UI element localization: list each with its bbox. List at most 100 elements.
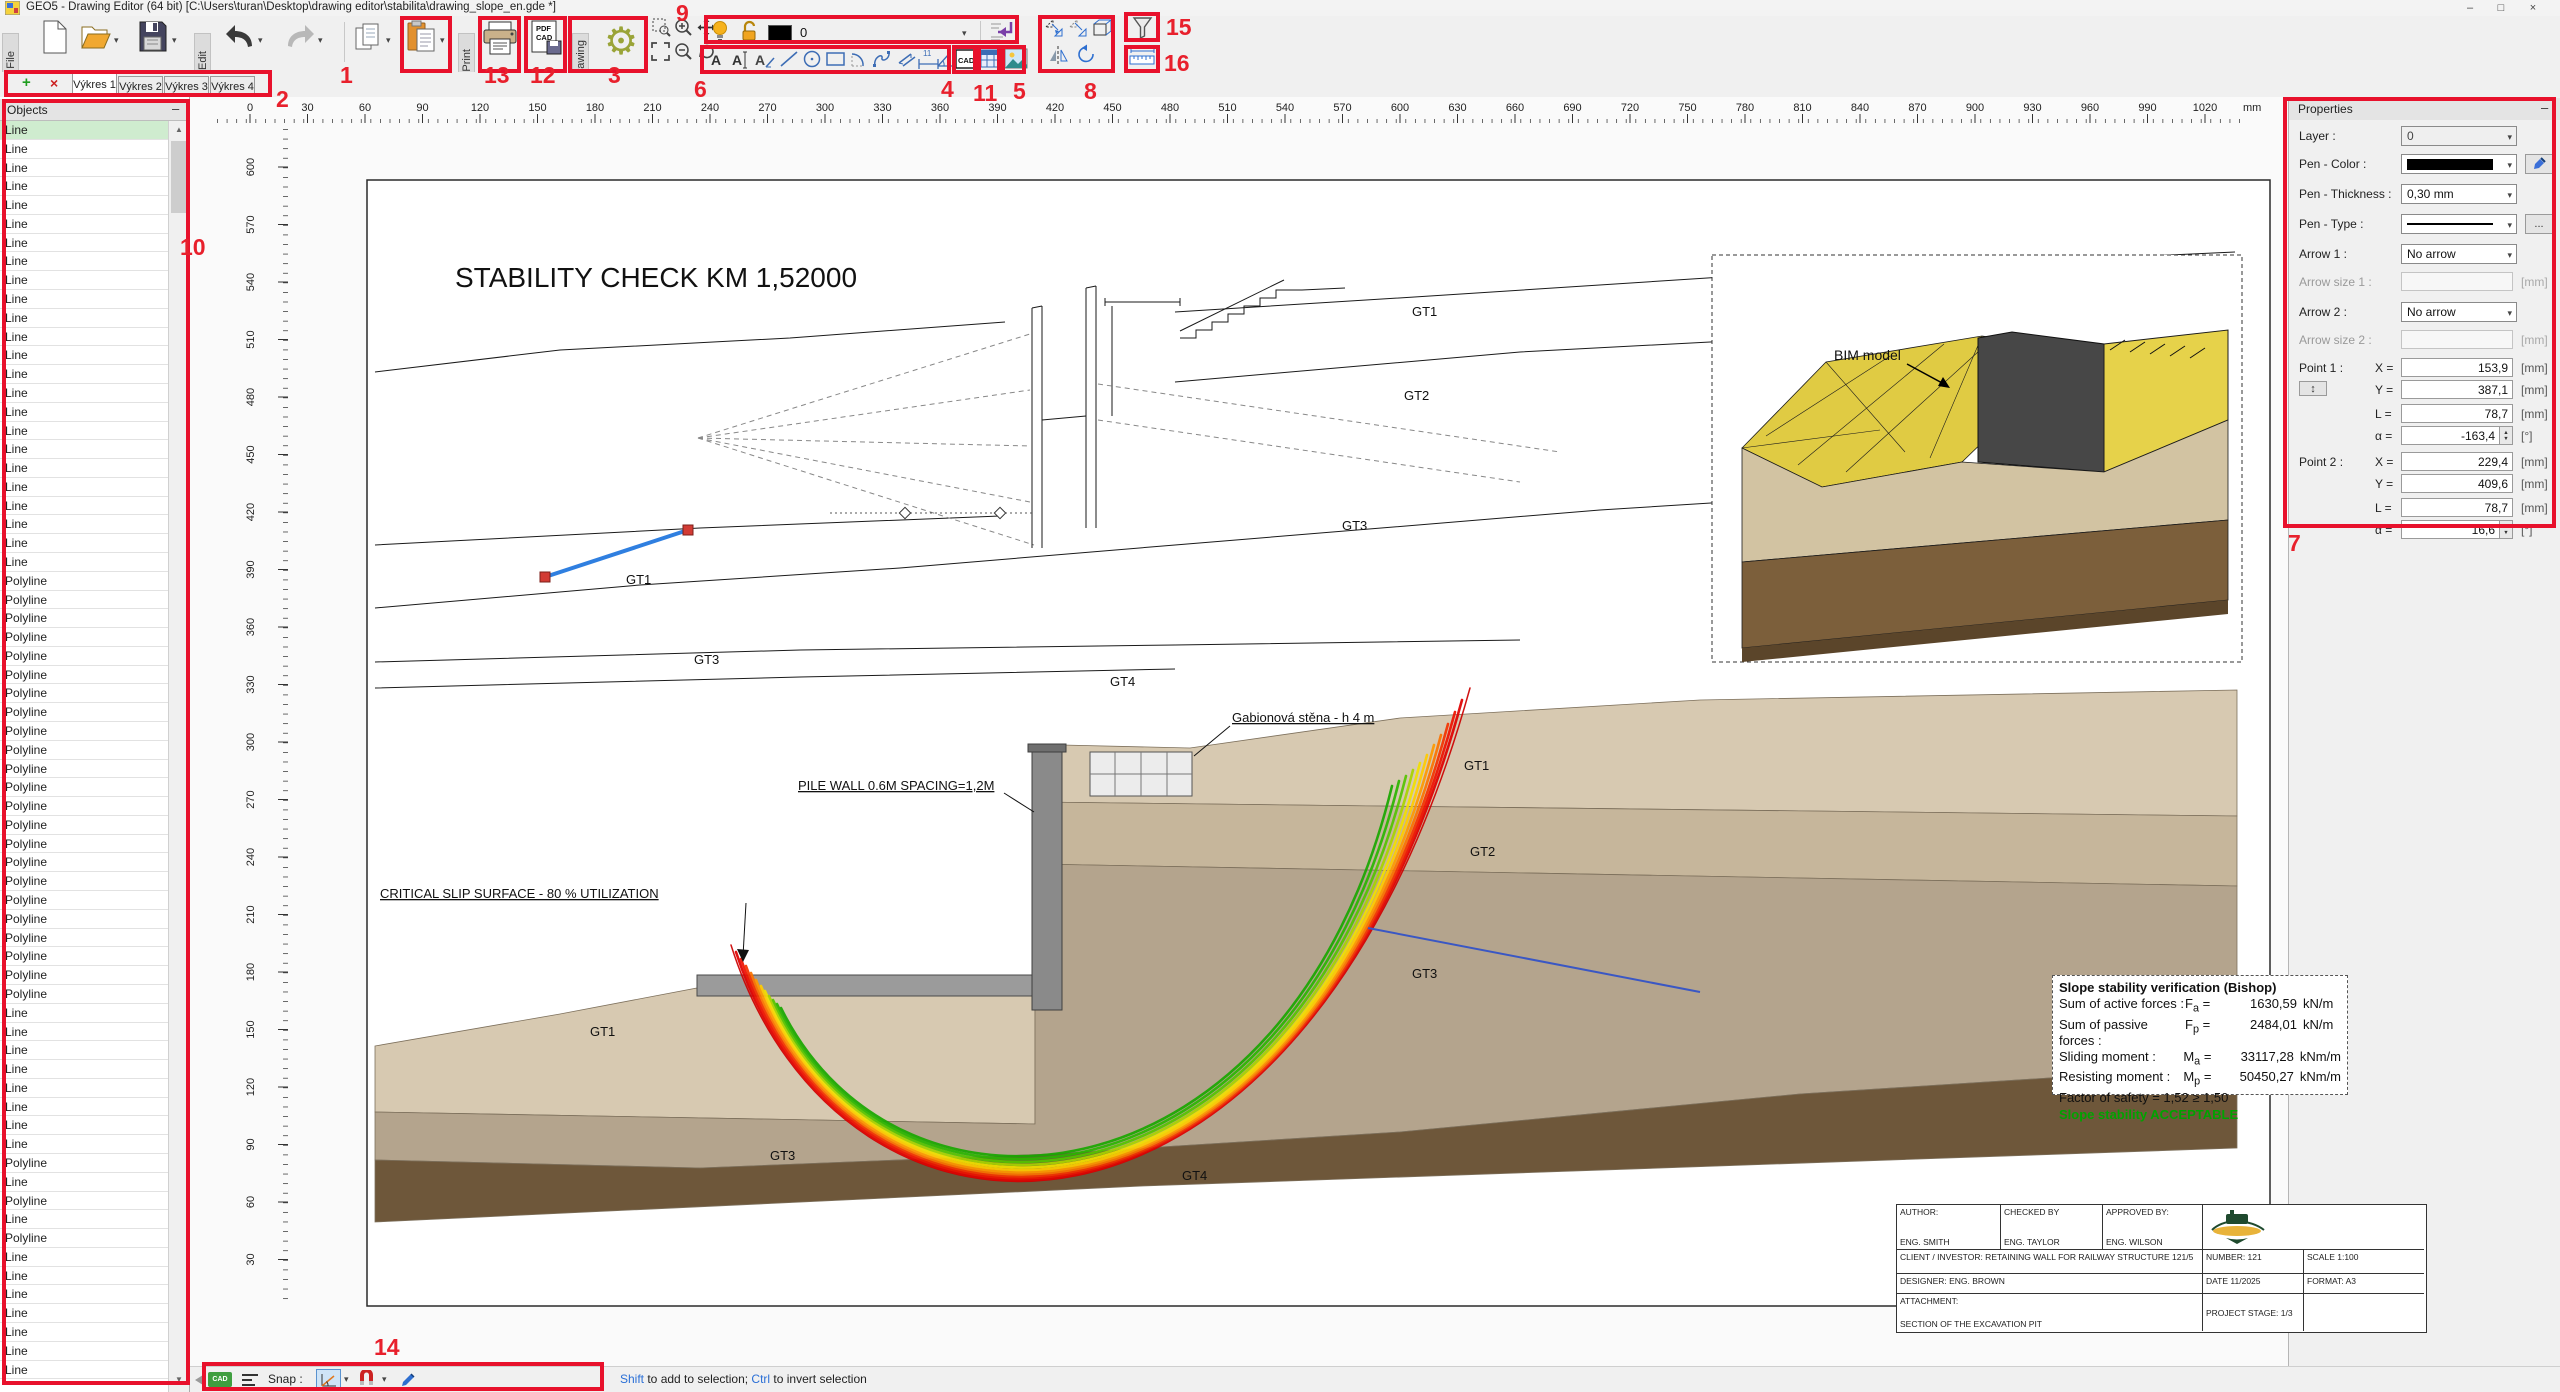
list-item[interactable]: Polyline (0, 684, 168, 703)
magnet-dropdown-caret[interactable]: ▾ (382, 1375, 387, 1384)
list-item[interactable]: Line (0, 1116, 168, 1135)
open-dropdown-caret[interactable]: ▾ (114, 36, 119, 45)
list-item[interactable]: Line (0, 1060, 168, 1079)
scroll-down-icon[interactable]: ▼ (171, 1375, 187, 1384)
angle-dimension-tool[interactable] (935, 48, 955, 69)
list-item[interactable]: Polyline (0, 647, 168, 666)
list-item[interactable]: Line (0, 1098, 168, 1117)
color-picker-button[interactable] (2525, 154, 2553, 174)
text-leader-tool[interactable]: A (754, 48, 776, 72)
list-item[interactable]: Line (0, 252, 168, 271)
pen-type-more-button[interactable]: ... (2525, 214, 2553, 234)
text-edit-tool[interactable]: A (729, 48, 751, 72)
selection-handle[interactable] (540, 572, 550, 582)
insert-table-button[interactable] (980, 48, 1002, 70)
list-item[interactable]: Line (0, 1248, 168, 1267)
layer-dropdown-caret[interactable]: ▾ (962, 29, 967, 38)
list-item[interactable]: Line (0, 121, 168, 140)
slope-hatch-tool[interactable] (896, 49, 916, 69)
list-item[interactable]: Line (0, 1285, 168, 1304)
list-item[interactable]: Line (0, 1135, 168, 1154)
objects-collapse-button[interactable]: – (172, 101, 179, 116)
layer-color-swatch[interactable] (768, 25, 792, 43)
list-item[interactable]: Line (0, 1304, 168, 1323)
list-item[interactable]: Polyline (0, 609, 168, 628)
list-item[interactable]: Polyline (0, 591, 168, 610)
list-item[interactable]: Line (0, 328, 168, 347)
list-item[interactable]: Polyline (0, 872, 168, 891)
list-item[interactable]: Line (0, 1173, 168, 1192)
paste-dropdown-caret[interactable]: ▾ (440, 36, 445, 45)
list-item[interactable]: Polyline (0, 853, 168, 872)
line-tool[interactable] (779, 49, 799, 69)
drawing-settings-button[interactable]: ⚙ (600, 18, 642, 64)
list-item[interactable]: Polyline (0, 929, 168, 948)
list-item[interactable]: Line (0, 1342, 168, 1361)
list-item[interactable]: Polyline (0, 891, 168, 910)
copy-dropdown-caret[interactable]: ▾ (386, 36, 391, 45)
arrow1-select[interactable]: No arrow▾ (2401, 244, 2517, 264)
list-item[interactable]: Line (0, 553, 168, 572)
sheet-tab-2[interactable]: Výkres 2 (118, 76, 163, 97)
list-item[interactable]: Line (0, 403, 168, 422)
list-item[interactable]: Polyline (0, 1154, 168, 1173)
pen-thickness-select[interactable]: 0,30 mm▾ (2401, 184, 2517, 204)
list-item[interactable]: Line (0, 234, 168, 253)
array-3d-button[interactable] (1092, 18, 1114, 39)
list-item[interactable]: Line (0, 365, 168, 384)
insert-image-button[interactable] (1004, 48, 1028, 70)
list-item[interactable]: Line (0, 1041, 168, 1060)
layer-select-value[interactable]: 0 (800, 25, 807, 40)
list-item[interactable]: Line (0, 1361, 168, 1380)
list-item[interactable]: Line (0, 140, 168, 159)
zoom-in-button[interactable] (674, 18, 693, 37)
selection-handle[interactable] (683, 525, 693, 535)
list-item[interactable]: Polyline (0, 797, 168, 816)
circle-tool[interactable] (802, 49, 822, 69)
sheet-tab-1[interactable]: Výkres 1 (72, 73, 117, 97)
point2-y-field[interactable] (2401, 474, 2513, 493)
list-item[interactable]: Line (0, 1210, 168, 1229)
minimize-button[interactable]: – (2455, 0, 2485, 16)
list-item[interactable]: Line (0, 1023, 168, 1042)
print-button[interactable] (482, 20, 518, 56)
magnet-icon[interactable] (358, 1370, 375, 1389)
mirror-button[interactable] (1048, 44, 1069, 67)
open-file-button[interactable] (80, 22, 111, 52)
layer-select[interactable]: 0▾ (2401, 126, 2517, 146)
statusbar-grip-icon[interactable] (193, 1374, 205, 1386)
list-item[interactable]: Line (0, 1079, 168, 1098)
list-item[interactable]: Polyline (0, 760, 168, 779)
list-item[interactable]: Line (0, 422, 168, 441)
close-sheet-button[interactable]: × (50, 75, 58, 91)
zoom-out-button[interactable] (674, 42, 693, 61)
line-style-status-icon[interactable] (240, 1371, 260, 1389)
list-item[interactable]: Line (0, 1323, 168, 1342)
new-file-button[interactable] (42, 20, 68, 54)
rectangle-tool[interactable] (825, 49, 847, 69)
list-item[interactable]: Line (0, 271, 168, 290)
list-item[interactable]: Line (0, 177, 168, 196)
list-item[interactable]: Line (0, 290, 168, 309)
cad-mode-toggle[interactable]: CAD (208, 1372, 232, 1387)
list-item[interactable]: Polyline (0, 947, 168, 966)
point2-x-field[interactable] (2401, 452, 2513, 471)
close-button[interactable]: × (2518, 0, 2548, 16)
point2-alpha-field[interactable] (2401, 520, 2500, 539)
snap-dropdown-caret[interactable]: ▾ (344, 1375, 349, 1384)
sketch-pen-icon[interactable] (400, 1371, 417, 1388)
list-item[interactable]: Line (0, 309, 168, 328)
copy-objects-button[interactable] (1044, 18, 1065, 39)
list-item[interactable]: Line (0, 478, 168, 497)
list-item[interactable]: Polyline (0, 628, 168, 647)
spline-tool[interactable] (872, 49, 892, 69)
list-item[interactable]: Polyline (0, 741, 168, 760)
arc-tool[interactable] (849, 49, 869, 69)
arrow2-select[interactable]: No arrow▾ (2401, 302, 2517, 322)
objects-scrollbar[interactable]: ▲ ▼ (168, 121, 189, 1392)
properties-collapse-button[interactable]: – (2541, 100, 2548, 115)
point1-swap-button[interactable]: ↕ (2299, 381, 2327, 396)
redo-dropdown-caret[interactable]: ▾ (318, 36, 323, 45)
sheet-tab-3[interactable]: Výkres 3 (164, 76, 209, 97)
zoom-all-button[interactable] (651, 42, 670, 61)
